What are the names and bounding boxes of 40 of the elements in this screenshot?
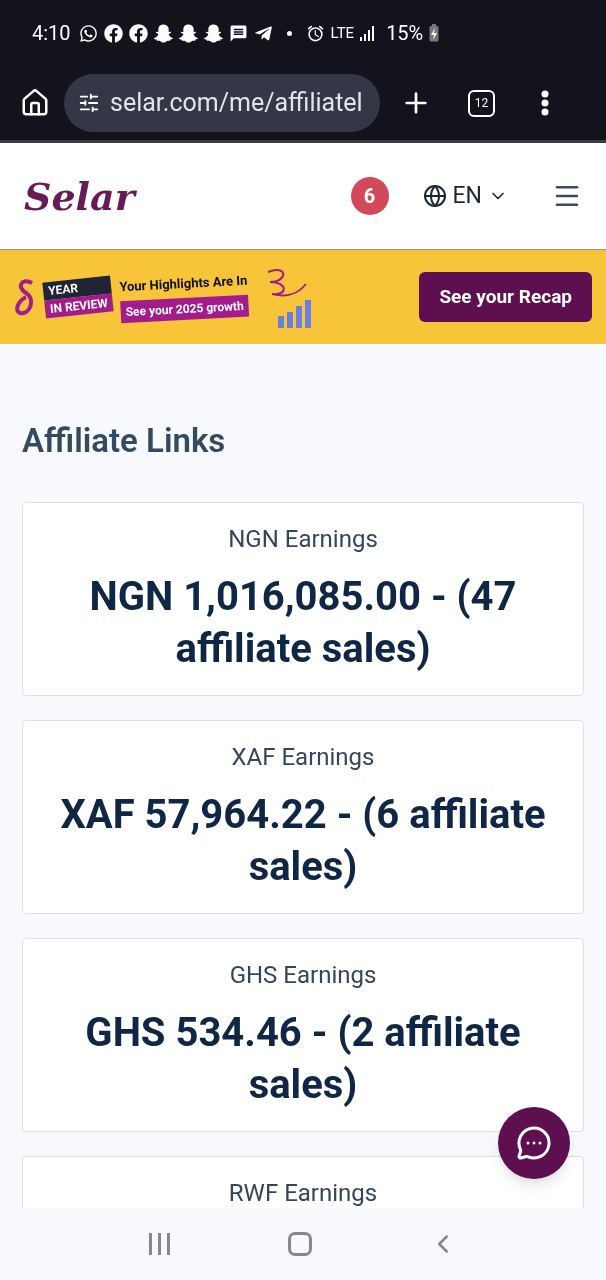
earnings-value: GHS 534.46 - (2 affiliate sales)	[84, 1007, 522, 1110]
earnings-label: NGN Earnings	[228, 523, 378, 555]
banner-subline: See your 2025 growth	[120, 294, 250, 324]
chat-bubble-icon	[516, 1125, 552, 1161]
see-recap-button[interactable]: See your Recap	[419, 272, 592, 322]
home-icon	[20, 88, 50, 118]
earnings-value: XAF 57,964.22 - (6 affiliate sales)	[59, 789, 547, 892]
more-options-button[interactable]	[541, 90, 549, 116]
address-bar[interactable]: selar.com/me/affiliatel	[64, 74, 380, 132]
battery-percent: 15%	[386, 20, 424, 47]
language-selector[interactable]: EN	[422, 178, 508, 214]
chat-app-icon	[78, 23, 98, 43]
tab-count-button[interactable]: 12	[468, 89, 495, 117]
banner-headline: Your Highlights Are In	[118, 271, 248, 297]
home-button[interactable]	[20, 88, 50, 118]
site-settings-icon[interactable]	[78, 92, 100, 114]
url-text: selar.com/me/affiliatel	[110, 87, 363, 120]
social-app-icon	[103, 23, 123, 43]
signal-icon	[360, 25, 377, 41]
earnings-label: RWF Earnings	[228, 1177, 378, 1208]
promo-banner[interactable]: YEAR IN REVIEW Your Highlights Are In See your 2025 growth See your Recap	[0, 249, 606, 344]
network-type: LTE	[330, 22, 355, 44]
alarm-icon	[305, 23, 325, 43]
earnings-label: XAF Earnings	[231, 741, 375, 773]
recent-apps-icon[interactable]	[148, 1233, 172, 1255]
ghost-icon	[178, 23, 198, 43]
ghost-icon	[203, 23, 223, 43]
earnings-label: GHS Earnings	[229, 959, 377, 991]
globe-icon	[422, 184, 447, 208]
notification-badge[interactable]: 6	[350, 177, 389, 215]
status-time: 4:10	[32, 20, 71, 47]
ghost-icon	[153, 23, 173, 43]
battery-charging-icon	[429, 24, 440, 42]
message-icon	[228, 23, 248, 43]
earnings-value: NGN 1,016,085.00 - (47 affiliate sales)	[88, 571, 518, 674]
home-nav-icon[interactable]	[288, 1232, 312, 1256]
logo[interactable]: Selar	[24, 167, 135, 225]
page-title: Affiliate Links	[22, 420, 227, 462]
more-icon	[541, 90, 549, 116]
social-app-icon	[128, 23, 148, 43]
